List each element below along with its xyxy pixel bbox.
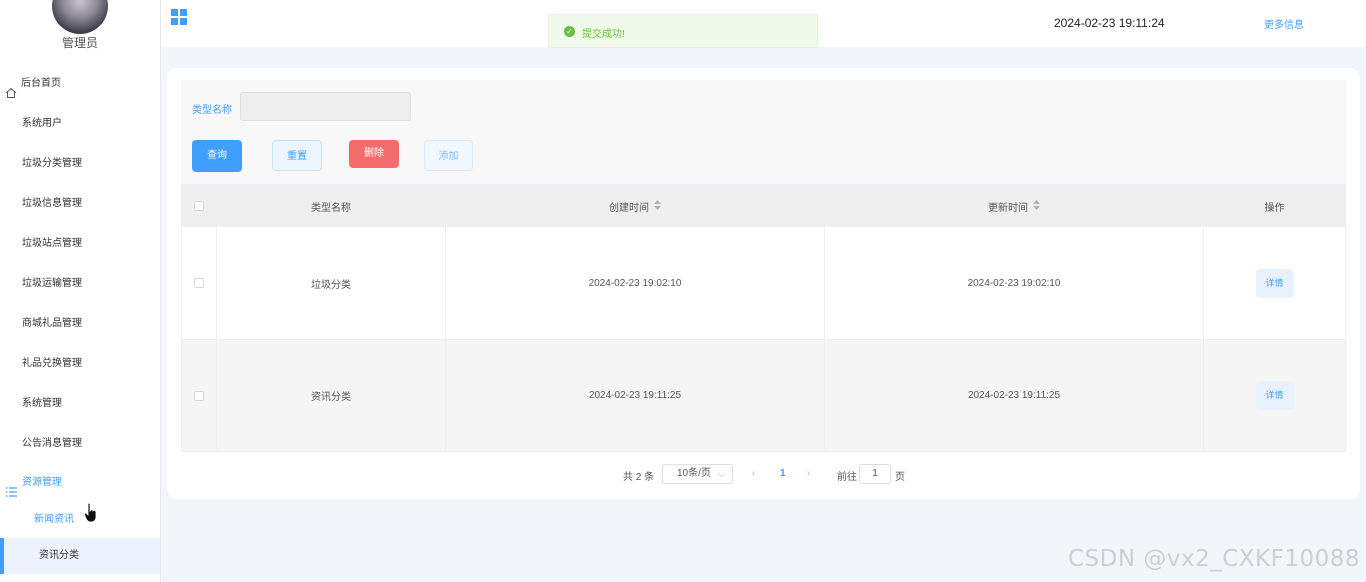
table-row: 资讯分类 2024-02-23 19:11:25 2024-02-23 19:1… (182, 340, 1345, 451)
header-datetime: 2024-02-23 19:11:24 (1054, 16, 1165, 30)
content-card: 类型名称 查询 重置 删除 添加 类型名称 创建时间 更新时间 操作 垃圾分类 … (167, 68, 1360, 499)
sidebar-item-label: 资源管理 (22, 477, 62, 488)
page-size-select[interactable]: 10条/页 ⌵ (662, 464, 733, 484)
watermark: CSDN @vx2_CXKF10088 (1068, 546, 1361, 572)
sidebar-item-garbage-transport[interactable]: 垃圾运输管理 (0, 264, 160, 304)
sidebar-item-mall-gifts[interactable]: 商城礼品管理 (0, 304, 160, 344)
cell-created: 2024-02-23 19:02:10 (446, 227, 825, 339)
cell-type-name: 资讯分类 (217, 340, 446, 451)
column-header-actions: 操作 (1264, 202, 1285, 214)
delete-button[interactable]: 删除 (349, 140, 399, 168)
query-button[interactable]: 查询 (192, 140, 242, 172)
column-header-updated[interactable]: 更新时间 (825, 185, 1204, 227)
type-name-label: 类型名称 (192, 105, 232, 116)
type-name-input[interactable] (240, 92, 411, 121)
sidebar-item-label: 垃圾分类管理 (22, 158, 82, 169)
active-indicator (0, 538, 4, 574)
row-checkbox-cell (182, 340, 217, 451)
toast-message: 提交成功! (582, 29, 625, 40)
detail-button[interactable]: 详情 (1255, 381, 1294, 410)
avatar[interactable] (52, 0, 108, 34)
reset-button[interactable]: 重置 (272, 140, 322, 171)
sidebar-item-news-category[interactable]: 资讯分类 (0, 538, 160, 574)
pointer-cursor-icon (84, 502, 98, 526)
goto-label: 前往 (837, 472, 857, 483)
page-size-value: 10条/页 (677, 468, 711, 479)
sidebar-item-system-users[interactable]: 系统用户 (0, 104, 160, 144)
sidebar-item-gift-exchange[interactable]: 礼品兑换管理 (0, 344, 160, 384)
sidebar-item-label: 公告消息管理 (22, 438, 82, 449)
row-checkbox-cell (182, 227, 217, 339)
cell-created: 2024-02-23 19:11:25 (446, 340, 825, 451)
sidebar-item-label: 系统管理 (22, 398, 62, 409)
detail-button[interactable]: 详情 (1255, 268, 1294, 298)
sidebar-item-label: 系统用户 (22, 118, 62, 129)
add-button[interactable]: 添加 (424, 140, 473, 171)
pagination: 共 2 条 10条/页 ⌵ ‹ 1 › 前往 1 页 (167, 464, 1360, 484)
table-row: 垃圾分类 2024-02-23 19:02:10 2024-02-23 19:0… (182, 227, 1345, 340)
select-all-checkbox[interactable] (194, 201, 204, 211)
page-number-current[interactable]: 1 (780, 468, 786, 479)
sidebar-item-system-management[interactable]: 系统管理 (0, 384, 160, 424)
sidebar-item-label: 垃圾站点管理 (22, 238, 82, 249)
cell-type-name: 垃圾分类 (217, 227, 446, 339)
more-info-link[interactable]: 更多信息 (1264, 16, 1304, 31)
sort-icon[interactable] (1033, 199, 1040, 213)
sidebar-item-label: 垃圾运输管理 (22, 278, 82, 289)
column-header-type-name: 类型名称 (217, 185, 446, 227)
sort-icon[interactable] (654, 199, 661, 213)
admin-label: 管理员 (61, 36, 98, 50)
row-checkbox[interactable] (194, 390, 204, 401)
goto-page-input[interactable]: 1 (859, 464, 891, 484)
pagination-total: 共 2 条 (623, 472, 655, 483)
search-panel: 类型名称 查询 重置 删除 添加 (181, 80, 1346, 184)
sidebar-item-garbage-category[interactable]: 垃圾分类管理 (0, 144, 160, 184)
sidebar-item-label: 垃圾信息管理 (22, 198, 82, 209)
check-circle-icon: ✓ (564, 26, 575, 37)
sidebar-item-garbage-info[interactable]: 垃圾信息管理 (0, 184, 160, 224)
sidebar-item-label: 商城礼品管理 (22, 318, 82, 329)
cell-actions: 详情 (1204, 227, 1345, 339)
sidebar-item-news[interactable]: 新闻资讯 (0, 500, 160, 540)
sidebar-item-label: 后台首页 (21, 78, 61, 89)
page-suffix: 页 (895, 472, 905, 483)
header-checkbox-cell (182, 185, 217, 227)
data-table: 类型名称 创建时间 更新时间 操作 垃圾分类 2024-02-23 19:02:… (181, 184, 1346, 452)
sidebar-item-resource-management[interactable]: 资源管理 (0, 463, 160, 503)
next-page-icon[interactable]: › (807, 468, 810, 479)
column-header-created[interactable]: 创建时间 (446, 185, 825, 227)
sidebar-item-garbage-station[interactable]: 垃圾站点管理 (0, 224, 160, 264)
sidebar-item-announcements[interactable]: 公告消息管理 (0, 424, 160, 464)
row-checkbox[interactable] (194, 278, 204, 288)
sidebar-item-label: 礼品兑换管理 (22, 358, 82, 369)
sidebar: 管理员 后台首页 系统用户 垃圾分类管理 垃圾信息管理 垃圾站点管理 垃圾运输管… (0, 0, 161, 582)
cell-actions: 详情 (1204, 340, 1345, 451)
prev-page-icon[interactable]: ‹ (752, 468, 755, 479)
success-toast: ✓ 提交成功! (548, 14, 818, 48)
table-header-row: 类型名称 创建时间 更新时间 操作 (182, 185, 1345, 227)
grid-menu-icon[interactable] (171, 9, 187, 28)
cell-updated: 2024-02-23 19:02:10 (825, 227, 1204, 339)
sidebar-item-label: 新闻资讯 (34, 514, 74, 525)
sidebar-item-label: 资讯分类 (39, 550, 79, 561)
cell-updated: 2024-02-23 19:11:25 (825, 340, 1204, 451)
sidebar-item-home[interactable]: 后台首页 (0, 64, 160, 104)
chevron-down-icon: ⌵ (718, 469, 725, 479)
